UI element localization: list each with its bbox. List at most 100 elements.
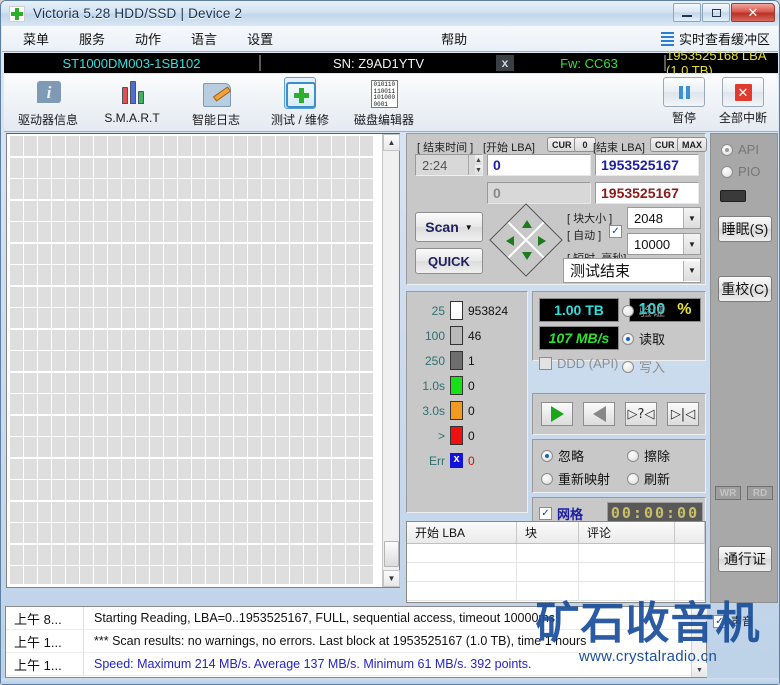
buffer-view-toggle[interactable]: 实时查看缓冲区 — [660, 29, 770, 48]
toolbar-item-test-repair[interactable]: 测试 / 维修 — [258, 77, 342, 128]
defects-table-header: 开始 LBA 块 评论 — [407, 522, 705, 544]
action-radio-remap[interactable]: 重新映射 — [541, 469, 610, 488]
log-panel[interactable]: 上午 8... Starting Reading, LBA=0..19535251… — [5, 606, 707, 678]
rd-indicator: RD — [747, 486, 773, 500]
start-lba-input[interactable]: 0 — [487, 154, 591, 176]
map-cell — [318, 566, 331, 584]
down-arrow-icon[interactable] — [522, 252, 532, 260]
timeout-select[interactable]: 10000 ▼ — [627, 233, 701, 255]
toolbar-item-smart[interactable]: S.M.A.R.T — [90, 77, 174, 125]
menu-item-help[interactable]: 帮助 — [432, 27, 476, 50]
menu-item-language[interactable]: 语言 — [182, 27, 226, 50]
table-row[interactable] — [407, 544, 705, 563]
end-lba-input[interactable]: 1953525167 — [595, 154, 699, 176]
map-cell — [332, 157, 345, 178]
map-cell — [24, 265, 37, 285]
map-cell — [94, 415, 107, 436]
map-cell — [220, 329, 233, 350]
action-radio-erase[interactable]: 擦除 — [627, 446, 670, 465]
scroll-up-icon[interactable]: ▲ — [383, 134, 400, 151]
reverse-button[interactable] — [583, 402, 615, 426]
maximize-button[interactable] — [702, 3, 730, 22]
map-cell — [248, 523, 261, 543]
log-entry[interactable]: 上午 1... Speed: Maximum 214 MB/s. Average … — [6, 653, 706, 676]
passport-button[interactable]: 通行证 — [718, 546, 772, 572]
defects-table[interactable]: 开始 LBA 块 评论 — [406, 521, 706, 603]
log-entry[interactable]: 上午 1... *** Scan results: no warnings, no… — [6, 630, 706, 653]
menu-item-action[interactable]: 动作 — [126, 27, 170, 50]
surface-map-grid[interactable] — [10, 136, 380, 584]
ddd-api-checkbox[interactable]: DDD (API) — [539, 356, 618, 371]
map-cell — [262, 458, 275, 479]
recalibrate-button[interactable]: 重校(C) — [718, 276, 772, 302]
left-arrow-icon[interactable] — [506, 236, 514, 246]
map-cell — [150, 265, 163, 285]
map-cell — [150, 179, 163, 199]
minimize-button[interactable] — [673, 3, 701, 22]
close-button[interactable]: ✕ — [731, 3, 775, 22]
play-button[interactable] — [541, 402, 573, 426]
map-cell — [178, 308, 191, 328]
step-query-button[interactable]: ▷?◁ — [625, 402, 657, 426]
up-arrow-icon[interactable] — [522, 220, 532, 228]
block-size-select[interactable]: 2048 ▼ — [627, 207, 701, 229]
hex-editor-icon: 010110 110011 101000 0001 — [368, 77, 400, 109]
sound-checkbox[interactable]: ✓ 声音 — [713, 613, 753, 629]
interface-radio-pio[interactable]: PIO — [721, 164, 760, 179]
start-lba-cur-button[interactable]: CUR — [547, 137, 577, 152]
chevron-down-icon[interactable]: ▼ — [683, 260, 700, 281]
scan-button[interactable]: Scan ▼ — [415, 212, 483, 242]
table-row[interactable] — [407, 563, 705, 582]
legend-row: 1.0s 0 — [411, 373, 508, 398]
right-arrow-icon[interactable] — [538, 236, 546, 246]
map-cell — [164, 458, 177, 479]
legend-row: Err x 0 — [411, 448, 508, 473]
toolbar-item-drive-info[interactable]: 驱动器信息 — [6, 77, 90, 128]
scan-direction-pad[interactable] — [489, 203, 563, 277]
scrollbar-thumb[interactable] — [384, 541, 399, 567]
end-lba-cur-button[interactable]: CUR — [650, 137, 680, 152]
mode-radio-read[interactable]: 读取 — [622, 329, 665, 348]
map-cell — [304, 200, 317, 221]
abort-all-button[interactable]: ✕ 全部中断 — [716, 77, 770, 126]
toolbar-item-log[interactable]: 智能日志 — [174, 77, 258, 128]
device-close-icon[interactable]: x — [496, 55, 514, 71]
menu-item-settings[interactable]: 设置 — [238, 27, 282, 50]
pause-button[interactable]: 暂停 — [662, 77, 706, 126]
legend-color-swatch — [450, 426, 463, 445]
chevron-down-icon[interactable]: ▼ — [683, 234, 700, 254]
table-row[interactable] — [407, 582, 705, 601]
map-cell — [24, 243, 37, 264]
map-cell — [248, 501, 261, 522]
log-rows: 上午 8... Starting Reading, LBA=0..19535251… — [6, 607, 706, 676]
end-time-spinner[interactable]: 2:24 ▲ ▼ — [415, 154, 483, 176]
toolbar-item-disk-editor[interactable]: 010110 110011 101000 0001 磁盘编辑器 — [342, 77, 426, 128]
map-cell — [262, 544, 275, 565]
interface-radio-api[interactable]: API — [721, 142, 759, 157]
scroll-up-icon[interactable]: ▲ — [692, 607, 707, 621]
abort-all-label: 全部中断 — [718, 111, 767, 125]
sleep-button[interactable]: 睡眠(S) — [718, 216, 772, 242]
map-cell — [52, 415, 65, 436]
skip-start-button[interactable]: ▷|◁ — [667, 402, 699, 426]
scroll-down-icon[interactable]: ▼ — [383, 570, 400, 587]
log-entry[interactable]: 上午 8... Starting Reading, LBA=0..19535251… — [6, 607, 706, 630]
action-radio-ignore[interactable]: 忽略 — [541, 446, 584, 465]
end-lba-max-button[interactable]: MAX — [677, 137, 707, 152]
scan-state-select[interactable]: 测试结束 ▼ — [563, 258, 701, 283]
map-cell — [150, 501, 163, 522]
menu-item-service[interactable]: 服务 — [70, 27, 114, 50]
map-scrollbar[interactable]: ▲ ▼ — [382, 134, 400, 587]
mode-radio-write[interactable]: 写入 — [622, 357, 665, 376]
map-cell — [290, 222, 303, 242]
log-scrollbar[interactable]: ▲ ▼ — [691, 607, 707, 677]
scroll-down-icon[interactable]: ▼ — [692, 663, 707, 677]
quick-button[interactable]: QUICK — [415, 248, 483, 274]
mode-radio-verify[interactable]: 验证 — [622, 301, 665, 320]
map-cell — [136, 222, 149, 242]
menu-item-menu[interactable]: 菜单 — [14, 27, 58, 50]
spinner-arrows[interactable]: ▲ ▼ — [468, 155, 482, 175]
auto-checkbox[interactable]: ✓ — [609, 225, 622, 238]
action-radio-refresh[interactable]: 刷新 — [627, 469, 670, 488]
chevron-down-icon[interactable]: ▼ — [683, 208, 700, 228]
